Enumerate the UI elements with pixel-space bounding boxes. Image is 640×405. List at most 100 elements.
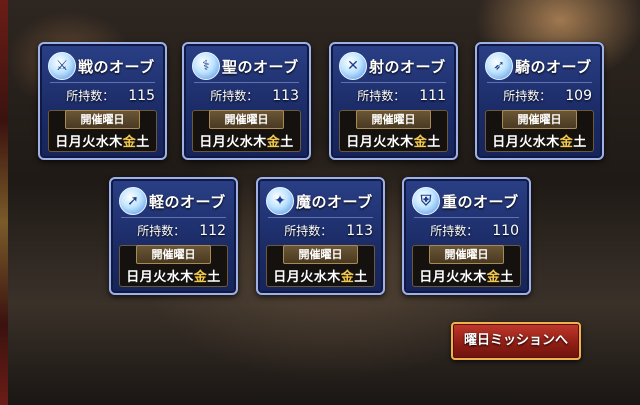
weekday: 火 bbox=[373, 135, 387, 150]
schedule-box: 開催曜日日月火水木金土 bbox=[266, 245, 375, 287]
weekday: 木 bbox=[546, 135, 560, 150]
orb-count-row: 所持数： 112 bbox=[119, 222, 226, 239]
weekday: 月 bbox=[139, 270, 154, 285]
schedule-heading: 開催曜日 bbox=[283, 245, 358, 264]
orb-card[interactable]: ⚔ 戦のオーブ 所持数： 115 開催曜日 日月火水木金土 bbox=[38, 42, 167, 160]
weekday: 水 bbox=[459, 270, 474, 285]
orb-card[interactable]: ⚕ 聖のオーブ 所持数： 113 開催曜日 日月火水木金土 bbox=[182, 42, 311, 160]
weekday: 木 bbox=[400, 135, 414, 150]
weekday-list: 日月火水木金土 bbox=[413, 266, 520, 285]
weekday-list: 日月火水木金土 bbox=[120, 266, 227, 285]
weekday-active: 金 bbox=[266, 135, 281, 150]
weekday: 月 bbox=[286, 270, 301, 285]
crossbow-icon: ✕ bbox=[339, 52, 367, 80]
weekday-active: 金 bbox=[193, 270, 208, 285]
schedule-box: 開催曜日日月火水木金土 bbox=[119, 245, 228, 287]
orb-count-row: 所持数： 110 bbox=[412, 222, 519, 239]
schedule-heading: 開催曜日 bbox=[356, 110, 431, 129]
weekday: 水 bbox=[386, 135, 401, 150]
weekday: 月 bbox=[68, 135, 83, 150]
schedule-box: 開催曜日日月火水木金土 bbox=[339, 110, 448, 152]
weekday: 木 bbox=[253, 135, 267, 150]
weekday: 日 bbox=[346, 135, 360, 150]
schedule-box: 開催曜日日月火水木金土 bbox=[412, 245, 521, 287]
orb-name: 射のオーブ bbox=[369, 58, 446, 76]
schedule-heading: 開催曜日 bbox=[65, 110, 140, 129]
orb-count-label: 所持数： bbox=[357, 89, 406, 103]
orb-count-row: 所持数： 113 bbox=[192, 87, 299, 104]
weekday-active: 金 bbox=[340, 270, 355, 285]
weekday: 水 bbox=[313, 270, 328, 285]
orb-count-value: 110 bbox=[492, 223, 519, 239]
orb-count-row: 所持数： 113 bbox=[266, 222, 373, 239]
weekday: 火 bbox=[300, 270, 314, 285]
weekday-list: 日月火水木金土 bbox=[486, 131, 593, 150]
orb-count-value: 113 bbox=[272, 88, 299, 104]
lance-icon: ➶ bbox=[485, 52, 513, 80]
schedule-box: 開催曜日 日月火水木金土 bbox=[192, 110, 301, 152]
divider bbox=[341, 82, 446, 83]
weekday-list: 日月火水木金土 bbox=[193, 131, 300, 150]
side-panel-edge bbox=[0, 0, 8, 405]
weekday: 火 bbox=[226, 135, 240, 150]
weekday-list: 日月火水木金土 bbox=[267, 266, 374, 285]
orb-count-label: 所持数： bbox=[210, 89, 259, 103]
weekday: 土 bbox=[207, 270, 221, 285]
orb-card[interactable]: ⛨ 重のオーブ 所持数： 110 開催曜日 日月火水木金土 bbox=[402, 177, 531, 295]
weekday: 土 bbox=[427, 135, 441, 150]
weekday-list: 日月火水木金土 bbox=[49, 131, 156, 150]
weekday: 木 bbox=[180, 270, 194, 285]
orb-card[interactable]: ➶ 騎のオーブ 所持数： 109 開催曜日 日月火水木金土 bbox=[475, 42, 604, 160]
weekday: 日 bbox=[126, 270, 140, 285]
orb-count-value: 111 bbox=[419, 88, 446, 104]
orb-card[interactable]: ➚ 軽のオーブ 所持数： 112 開催曜日 日月火水木金土 bbox=[109, 177, 238, 295]
orb-count-value: 109 bbox=[565, 88, 592, 104]
weekday: 水 bbox=[95, 135, 110, 150]
orb-count-row: 所持数： 111 bbox=[339, 87, 446, 104]
divider bbox=[268, 217, 373, 218]
staff-icon: ⚕ bbox=[192, 52, 220, 80]
orb-card[interactable]: ✕ 射のオーブ所持数： 111 開催曜日日月火水木金土 bbox=[329, 42, 458, 160]
orb-card[interactable]: ✦ 魔のオーブ所持数： 113 開催曜日日月火水木金土 bbox=[256, 177, 385, 295]
divider bbox=[50, 82, 155, 83]
weekday: 水 bbox=[532, 135, 547, 150]
wand-icon: ✦ bbox=[266, 187, 294, 215]
shield-icon: ⛨ bbox=[412, 187, 440, 215]
weekday: 火 bbox=[82, 135, 96, 150]
weekday: 月 bbox=[359, 135, 374, 150]
weekday: 日 bbox=[419, 270, 433, 285]
schedule-heading: 開催曜日 bbox=[136, 245, 211, 264]
divider bbox=[487, 82, 592, 83]
dagger-icon: ➚ bbox=[119, 187, 147, 215]
orb-count-label: 所持数： bbox=[503, 89, 552, 103]
divider bbox=[194, 82, 299, 83]
weekday: 土 bbox=[573, 135, 587, 150]
orb-count-value: 112 bbox=[199, 223, 226, 239]
weekday-list: 日月火水木金土 bbox=[340, 131, 447, 150]
orb-count-value: 113 bbox=[346, 223, 373, 239]
weekday: 土 bbox=[500, 270, 514, 285]
weekday: 日 bbox=[55, 135, 69, 150]
weekday-mission-button[interactable]: 曜日ミッションへ bbox=[451, 322, 581, 360]
orb-count-label: 所持数： bbox=[430, 224, 479, 238]
sword-icon: ⚔ bbox=[48, 52, 76, 80]
weekday: 日 bbox=[199, 135, 213, 150]
weekday: 木 bbox=[473, 270, 487, 285]
weekday-active: 金 bbox=[486, 270, 501, 285]
weekday: 月 bbox=[212, 135, 227, 150]
weekday: 月 bbox=[432, 270, 447, 285]
schedule-heading: 開催曜日 bbox=[502, 110, 577, 129]
weekday: 木 bbox=[327, 270, 341, 285]
weekday: 火 bbox=[153, 270, 167, 285]
orb-count-label: 所持数： bbox=[137, 224, 186, 238]
weekday: 火 bbox=[519, 135, 533, 150]
weekday: 水 bbox=[166, 270, 181, 285]
schedule-heading: 開催曜日 bbox=[429, 245, 504, 264]
divider bbox=[414, 217, 519, 218]
orb-count-row: 所持数： 109 bbox=[485, 87, 592, 104]
weekday: 月 bbox=[505, 135, 520, 150]
weekday: 日 bbox=[273, 270, 287, 285]
weekday: 日 bbox=[492, 135, 506, 150]
schedule-box: 開催曜日日月火水木金土 bbox=[48, 110, 157, 152]
orb-name: 魔のオーブ bbox=[296, 193, 373, 211]
